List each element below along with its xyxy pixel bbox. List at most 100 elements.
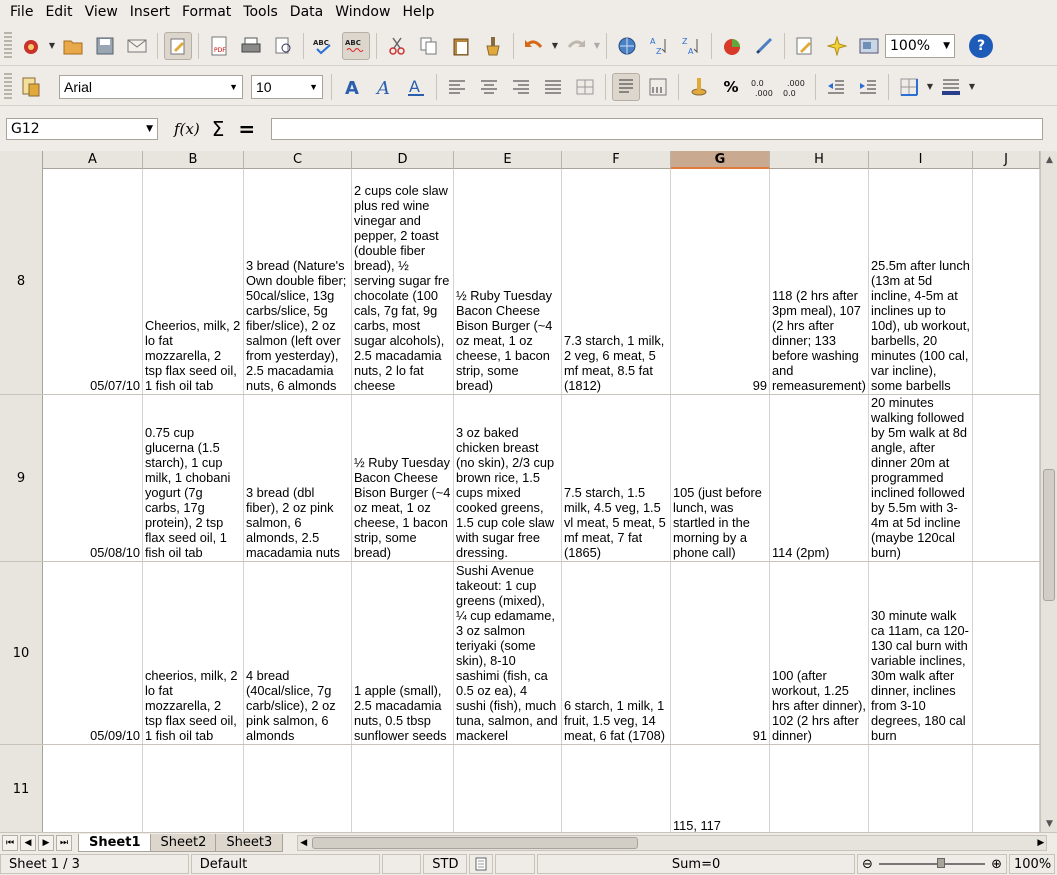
cell-f10[interactable]: 6 starch, 1 milk, 1 fruit, 1.5 veg, 14 m… <box>562 562 671 744</box>
select-all-corner[interactable] <box>0 151 43 169</box>
cell-b11[interactable] <box>143 745 244 832</box>
sum-icon[interactable]: Σ <box>212 117 225 141</box>
row-header[interactable]: 8 <box>0 169 43 394</box>
cell-j8[interactable] <box>973 169 1040 394</box>
cell-g9[interactable]: 105 (just before lunch, was startled in … <box>671 395 770 561</box>
styles-formatting-icon[interactable] <box>17 73 45 101</box>
horizontal-scroll-thumb[interactable] <box>312 836 639 849</box>
help-icon[interactable]: ? <box>969 33 993 58</box>
column-header-f[interactable]: F <box>562 151 671 169</box>
cell-e9[interactable]: 3 oz baked chicken breast (no skin), 2/3… <box>454 395 562 561</box>
function-wizard-icon[interactable]: f(x) <box>174 120 200 138</box>
add-decimal-icon[interactable]: 0.0.000 <box>749 73 777 101</box>
print-icon[interactable] <box>237 32 265 60</box>
cell-c11[interactable] <box>244 745 352 832</box>
delete-decimal-icon[interactable]: .000 0.0 <box>781 73 809 101</box>
currency-icon[interactable] <box>685 73 713 101</box>
cell-d8[interactable]: 2 cups cole slaw plus red wine vinegar a… <box>352 169 454 394</box>
cell-d9[interactable]: ½ Ruby Tuesday Bacon Cheese Bison Burger… <box>352 395 454 561</box>
formula-input[interactable] <box>271 118 1044 140</box>
zoom-percentage[interactable]: 100% <box>1009 854 1055 874</box>
autospellcheck-icon[interactable]: ABC <box>342 31 370 60</box>
cell-h10[interactable]: 100 (after workout, 1.25 hrs after dinne… <box>770 562 869 744</box>
menu-tools[interactable]: Tools <box>237 0 284 25</box>
save-icon[interactable] <box>91 32 119 60</box>
load-url-icon[interactable] <box>17 32 45 60</box>
name-box[interactable]: G12 ▼ <box>6 118 158 140</box>
row-header[interactable]: 9 <box>0 395 43 561</box>
background-color-icon[interactable] <box>937 73 965 101</box>
align-right-icon[interactable] <box>507 73 535 101</box>
wrap-text-icon[interactable] <box>612 72 640 101</box>
paste-icon[interactable] <box>447 32 475 60</box>
row-header[interactable]: 11 <box>0 745 43 832</box>
zoom-combobox[interactable]: 100% ▼ <box>885 33 955 58</box>
column-header-c[interactable]: C <box>244 151 352 169</box>
column-header-j[interactable]: J <box>973 151 1040 169</box>
cell-c10[interactable]: 4 bread (40cal/slice, 7g carb/slice), 2 … <box>244 562 352 744</box>
next-sheet-icon[interactable]: ▶ <box>38 834 54 851</box>
cell-f9[interactable]: 7.5 starch, 1.5 milk, 4.5 veg, 1.5 vl me… <box>562 395 671 561</box>
hyperlink-icon[interactable] <box>613 32 641 60</box>
merge-cells-icon[interactable] <box>571 73 599 101</box>
copy-icon[interactable] <box>415 32 443 60</box>
chart-icon[interactable] <box>718 32 746 60</box>
function-icon[interactable]: = <box>238 117 255 141</box>
column-header-b[interactable]: B <box>143 151 244 169</box>
cell-i10[interactable]: 30 minute walk ca 11am, ca 120-130 cal b… <box>869 562 973 744</box>
cell-j11[interactable] <box>973 745 1040 832</box>
cell-e10[interactable]: Sushi Avenue takeout: 1 cup greens (mixe… <box>454 562 562 744</box>
zoom-slider[interactable]: ⊖ ⊕ <box>857 854 1007 874</box>
redo-dropdown-icon[interactable]: ▼ <box>592 41 602 50</box>
font-name-combobox[interactable]: Arial ▼ <box>59 74 243 99</box>
cell-j9[interactable] <box>973 395 1040 561</box>
scroll-right-icon[interactable]: ▶ <box>1037 838 1044 848</box>
column-header-i[interactable]: I <box>869 151 973 169</box>
cell-b9[interactable]: 0.75 cup glucerna (1.5 starch), 1 cup mi… <box>143 395 244 561</box>
new-dropdown-icon[interactable]: ▼ <box>47 41 57 50</box>
undo-icon[interactable] <box>520 32 548 60</box>
open-folder-icon[interactable] <box>59 32 87 60</box>
sheet-tab-3[interactable]: Sheet3 <box>215 833 284 852</box>
menu-edit[interactable]: Edit <box>39 0 78 25</box>
export-pdf-icon[interactable]: PDF <box>205 32 233 60</box>
clone-formatting-icon[interactable] <box>479 32 507 60</box>
cell-b10[interactable]: cheerios, milk, 2 lo fat mozzarella, 2 t… <box>143 562 244 744</box>
cut-icon[interactable] <box>383 32 411 60</box>
cell-b8[interactable]: Cheerios, milk, 2 lo fat mozzarella, 2 t… <box>143 169 244 394</box>
spellcheck-icon[interactable]: ABC <box>310 32 338 60</box>
cell-g10[interactable]: 91 <box>671 562 770 744</box>
column-header-h[interactable]: H <box>770 151 869 169</box>
prev-sheet-icon[interactable]: ◀ <box>20 834 36 851</box>
page-style[interactable]: Default <box>190 854 380 874</box>
find-replace-icon[interactable] <box>791 32 819 60</box>
cell-g11[interactable]: 115, 117 <box>671 745 770 832</box>
cell-d10[interactable]: 1 apple (small), 2.5 macadamia nuts, 0.5… <box>352 562 454 744</box>
column-header-g[interactable]: G <box>671 151 770 169</box>
cell-a10[interactable]: 05/09/10 <box>43 562 143 744</box>
column-header-d[interactable]: D <box>352 151 454 169</box>
underline-icon[interactable]: A <box>402 73 430 101</box>
scroll-left-icon[interactable]: ◀ <box>300 838 307 848</box>
cell-a8[interactable]: 05/07/10 <box>43 169 143 394</box>
toolbar-grip[interactable] <box>4 31 12 60</box>
toolbar-grip[interactable] <box>4 72 12 101</box>
navigator-icon[interactable] <box>823 32 851 60</box>
italic-icon[interactable]: A <box>370 73 398 101</box>
column-header-a[interactable]: A <box>43 151 143 169</box>
menu-insert[interactable]: Insert <box>124 0 176 25</box>
cell-f11[interactable] <box>562 745 671 832</box>
selection-mode[interactable]: STD <box>423 854 468 874</box>
increase-indent-icon[interactable] <box>854 73 882 101</box>
menu-format[interactable]: Format <box>176 0 237 25</box>
edit-file-icon[interactable] <box>164 31 192 60</box>
vertical-scroll-thumb[interactable] <box>1043 469 1055 601</box>
column-header-e[interactable]: E <box>454 151 562 169</box>
cell-j10[interactable] <box>973 562 1040 744</box>
bold-icon[interactable]: A <box>338 73 366 101</box>
cell-c8[interactable]: 3 bread (Nature's Own double fiber; 50ca… <box>244 169 352 394</box>
email-document-icon[interactable] <box>123 32 151 60</box>
decrease-indent-icon[interactable] <box>822 73 850 101</box>
scroll-down-icon[interactable]: ▼ <box>1041 815 1057 832</box>
borders-icon[interactable] <box>895 73 923 101</box>
